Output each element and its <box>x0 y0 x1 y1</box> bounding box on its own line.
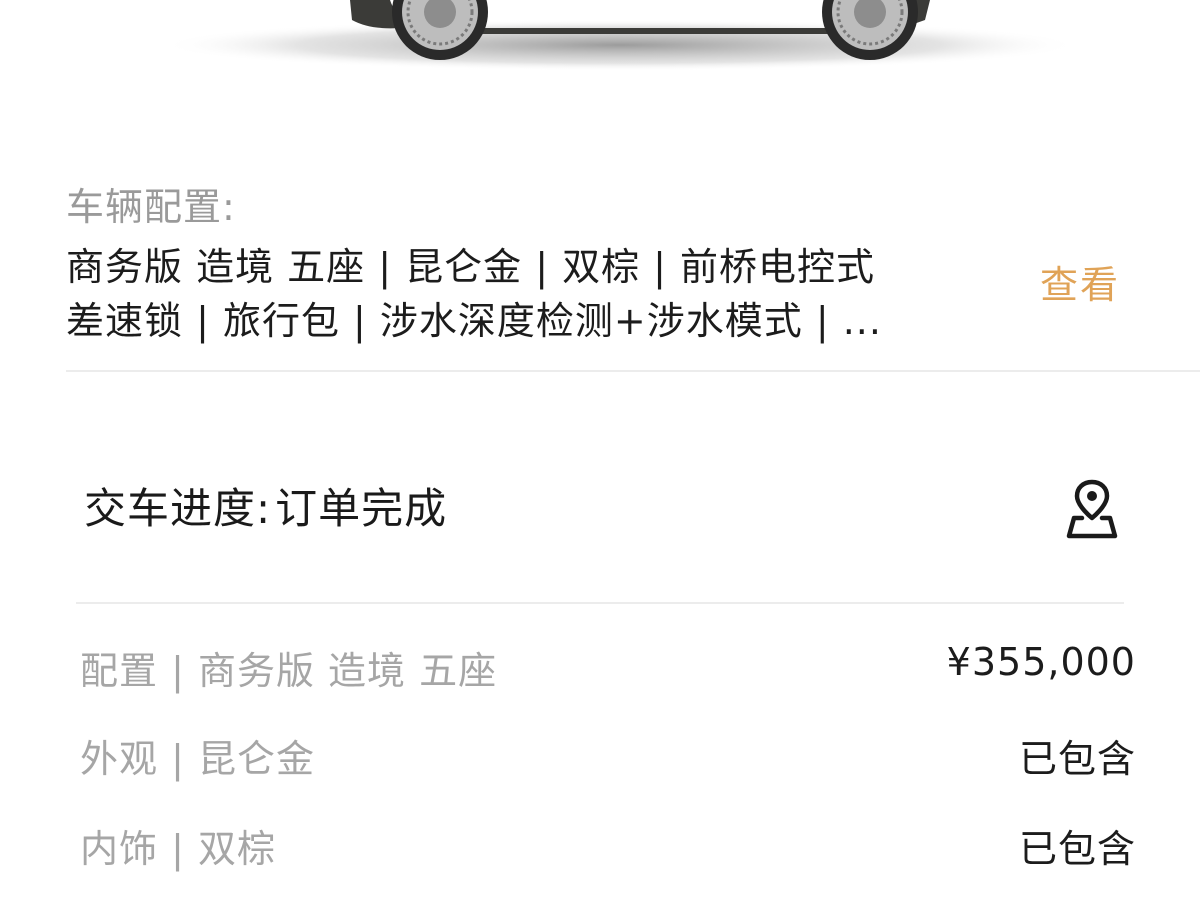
price-item-label: 内饰 | 双棕 <box>80 827 276 871</box>
price-item-value: 已包含 <box>1018 827 1136 871</box>
price-item-exterior: 外观 | 昆仑金 已包含 <box>80 728 1136 788</box>
price-item-value: 已包含 <box>1018 737 1136 781</box>
config-summary-line2: 差速锁 | 旅行包 | 涉水深度检测+涉水模式 | ... <box>66 299 882 343</box>
delivery-progress-label: 交车进度: <box>84 484 272 533</box>
price-item-label: 配置 | 商务版 造境 五座 <box>80 649 498 693</box>
config-summary[interactable]: 商务版 造境 五座 | 昆仑金 | 双棕 | 前桥电控式 差速锁 | 旅行包 |… <box>66 240 966 348</box>
delivery-status: 订单完成 <box>275 484 448 533</box>
config-label: 车辆配置: <box>66 185 236 229</box>
map-pin-icon[interactable] <box>1066 478 1118 544</box>
price-item-interior: 内饰 | 双棕 已包含 <box>80 818 1136 878</box>
divider <box>76 602 1124 604</box>
car-image <box>0 0 1200 90</box>
config-summary-line1: 商务版 造境 五座 | 昆仑金 | 双棕 | 前桥电控式 <box>66 245 876 289</box>
price-item-label: 外观 | 昆仑金 <box>80 737 315 781</box>
divider <box>66 370 1200 372</box>
price-item-config: 配置 | 商务版 造境 五座 ¥355,000 <box>80 640 1136 700</box>
delivery-progress: 交车进度:订单完成 <box>80 475 447 536</box>
view-config-link[interactable]: 查看 <box>1040 254 1120 309</box>
price-item-value: ¥355,000 <box>946 640 1136 684</box>
